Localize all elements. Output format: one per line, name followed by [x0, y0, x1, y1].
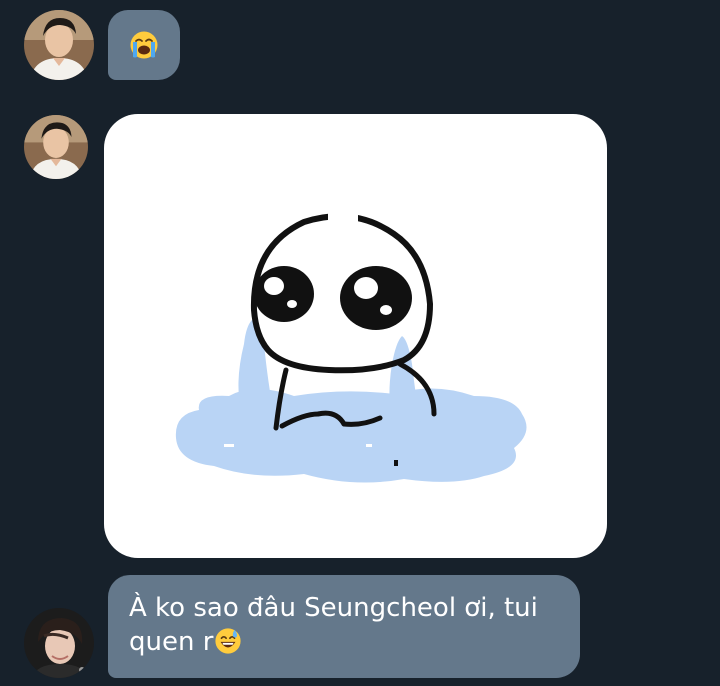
grinning-sweat-icon: [214, 627, 242, 655]
message-line-1: À ko sao đâu Seungcheol ơi, tui: [129, 593, 538, 623]
man-dark-hair-avatar: [24, 608, 94, 678]
sticker-image: [175, 210, 527, 483]
emoji-message-bubble[interactable]: [108, 10, 180, 80]
message-text: À ko sao đâu Seungcheol ơi, tui quen r: [129, 591, 538, 659]
loudly-crying-face-icon: [129, 30, 159, 60]
crying-blob-sticker[interactable]: [104, 114, 607, 558]
sender-avatar[interactable]: [24, 10, 94, 80]
man-white-shirt-avatar: [24, 10, 94, 80]
man-white-shirt-avatar: [24, 115, 88, 179]
sender-avatar[interactable]: [24, 115, 88, 179]
text-message-bubble[interactable]: À ko sao đâu Seungcheol ơi, tui quen r: [108, 575, 580, 678]
sender-avatar[interactable]: [24, 608, 94, 678]
message-line-2: quen r: [129, 627, 214, 657]
